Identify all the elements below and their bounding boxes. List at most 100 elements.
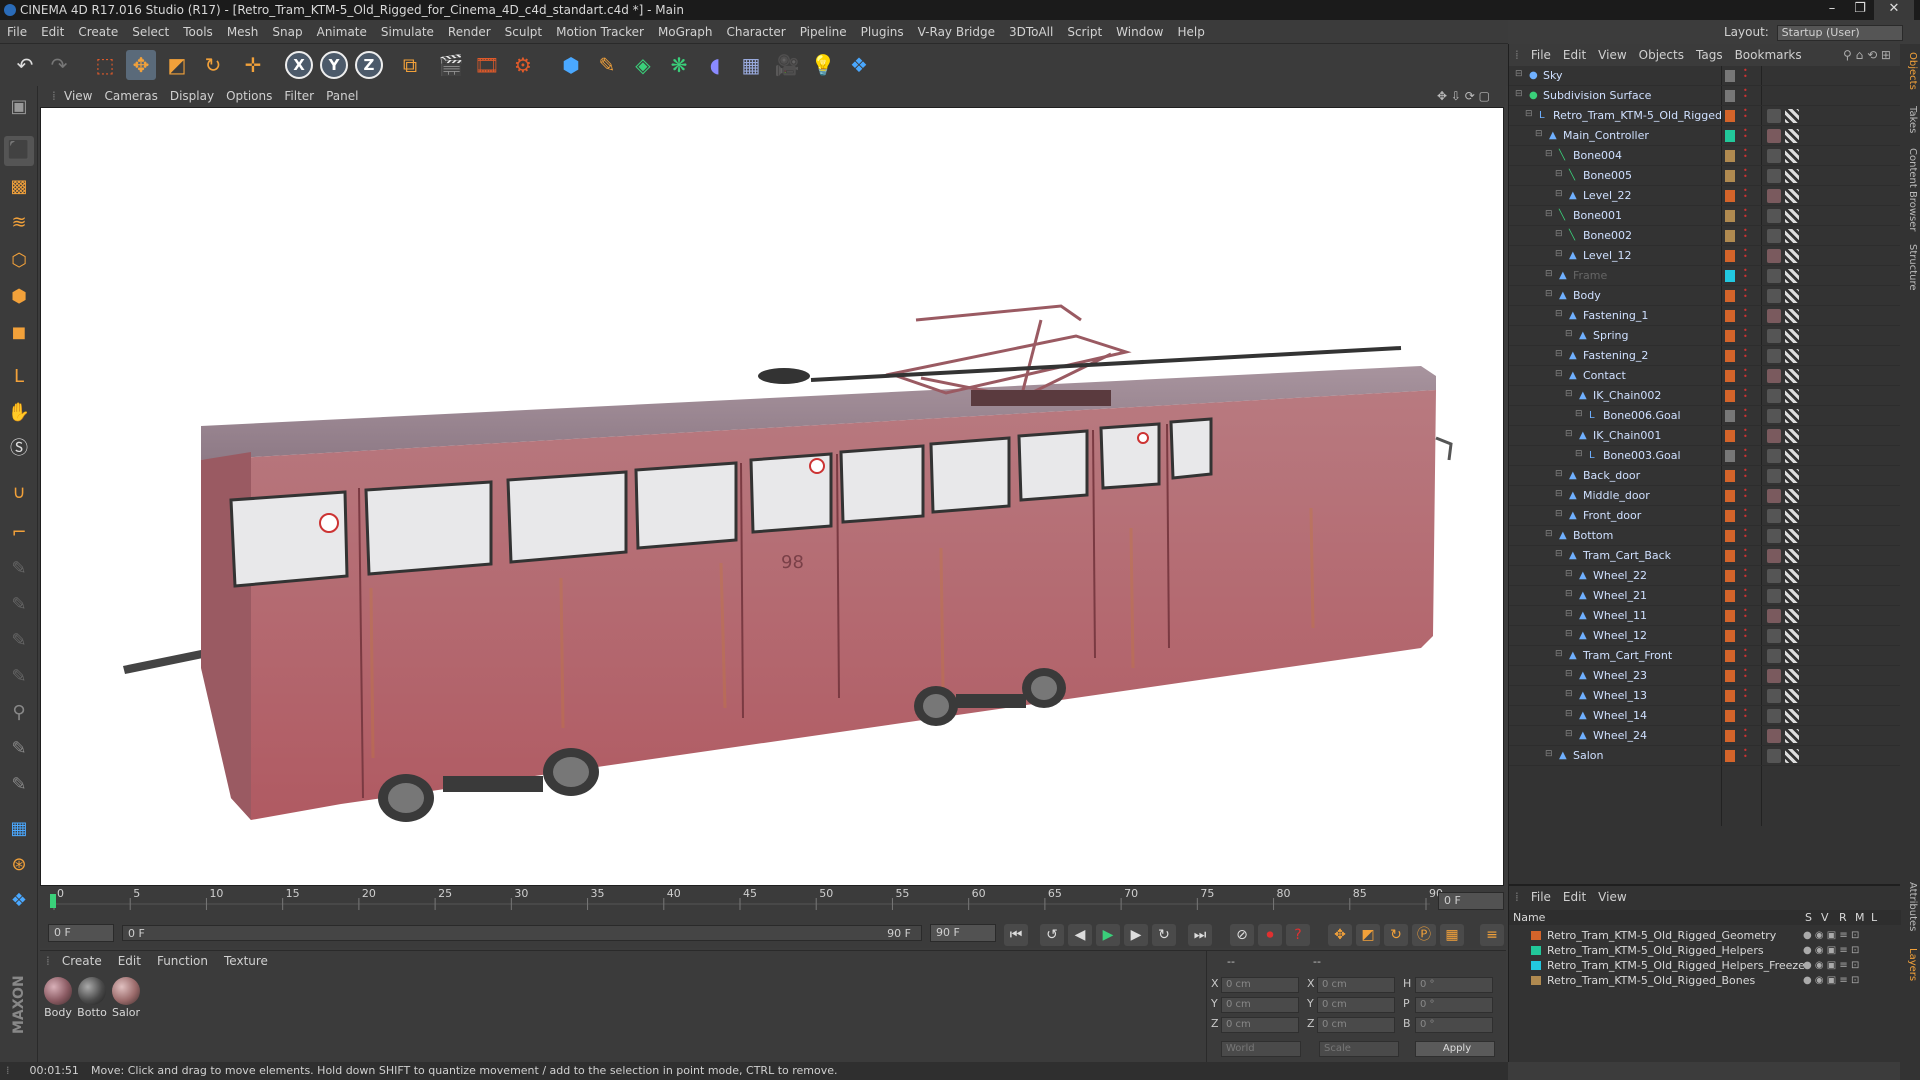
viewport-menu-cameras[interactable]: Cameras — [98, 86, 163, 106]
object-menu-objects[interactable]: Objects — [1633, 44, 1690, 66]
visibility-dots-icon[interactable]: • • — [1743, 627, 1751, 642]
object-row[interactable]: ⊟ ▲ Main_Controller • • — [1509, 126, 1901, 146]
layer-row[interactable]: Retro_Tram_KTM-5_Old_Rigged_Helpers_Free… — [1509, 958, 1901, 973]
visibility-dots-icon[interactable]: • • — [1743, 367, 1751, 382]
visibility-dots-icon[interactable]: • • — [1743, 387, 1751, 402]
uvw-tag-icon[interactable] — [1785, 329, 1799, 343]
object-row[interactable]: ⊟ ▲ Wheel_21 • • — [1509, 586, 1901, 606]
material-menu-edit[interactable]: Edit — [110, 951, 149, 971]
uvw-tag-icon[interactable] — [1785, 429, 1799, 443]
menu-animate[interactable]: Animate — [310, 20, 374, 44]
material-tag-icon[interactable] — [1767, 349, 1781, 363]
redo-icon[interactable]: ↷ — [44, 50, 74, 80]
material-tag-icon[interactable] — [1767, 729, 1781, 743]
layer-color-swatch[interactable] — [1725, 130, 1735, 142]
deformer-icon[interactable]: ◖ — [700, 50, 730, 80]
uvw-tag-icon[interactable] — [1785, 729, 1799, 743]
uvw-tag-icon[interactable] — [1785, 709, 1799, 723]
viewport-menu-filter[interactable]: Filter — [278, 86, 320, 106]
expand-toggle-icon[interactable]: ⊟ — [1565, 629, 1575, 641]
layer-color-swatch[interactable] — [1725, 610, 1735, 622]
maximize-button[interactable]: ❐ — [1846, 0, 1874, 20]
viewport-menu-display[interactable]: Display — [164, 86, 220, 106]
visibility-dots-icon[interactable]: • • — [1743, 287, 1751, 302]
layer-row[interactable]: Retro_Tram_KTM-5_Old_Rigged_Geometry ● ◉ … — [1509, 928, 1901, 943]
material-menu-create[interactable]: Create — [54, 951, 110, 971]
expand-toggle-icon[interactable]: ⊟ — [1565, 389, 1575, 401]
uvw-tag-icon[interactable] — [1785, 249, 1799, 263]
object-row[interactable]: ⊟ ╲ Bone002 • • — [1509, 226, 1901, 246]
model-mode-icon[interactable]: ⬛ — [4, 136, 34, 166]
layer-color-swatch[interactable] — [1725, 250, 1735, 262]
goto-end-icon[interactable]: ⏭ — [1188, 924, 1212, 946]
visibility-dots-icon[interactable]: • • — [1743, 407, 1751, 422]
visibility-dots-icon[interactable]: • • — [1743, 87, 1751, 102]
material-tag-icon[interactable] — [1767, 509, 1781, 523]
visibility-dots-icon[interactable]: • • — [1743, 727, 1751, 742]
x-axis-lock-icon[interactable]: X — [285, 51, 313, 79]
layer-color-swatch[interactable] — [1725, 290, 1735, 302]
visibility-dots-icon[interactable]: • • — [1743, 607, 1751, 622]
object-row[interactable]: ⊟ ▲ Level_22 • • — [1509, 186, 1901, 206]
visibility-dots-icon[interactable]: • • — [1743, 467, 1751, 482]
expand-toggle-icon[interactable]: ⊟ — [1555, 189, 1565, 201]
visibility-dots-icon[interactable]: • • — [1743, 667, 1751, 682]
uvw-tag-icon[interactable] — [1785, 549, 1799, 563]
timeline-ruler[interactable]: 0 5 10 15 20 25 30 35 40 45 50 55 60 65 70 75 80 85 90 0 F — [40, 886, 1506, 920]
menu-vray-bridge[interactable]: V-Ray Bridge — [911, 20, 1002, 44]
sculpt-pull-icon[interactable]: ✎ — [4, 590, 34, 620]
menu-create[interactable]: Create — [71, 20, 125, 44]
object-row[interactable]: ⊟ ▲ Tram_Cart_Front • • — [1509, 646, 1901, 666]
material-tag-icon[interactable] — [1767, 269, 1781, 283]
uvw-tag-icon[interactable] — [1785, 349, 1799, 363]
object-menu-tags[interactable]: Tags — [1690, 44, 1729, 66]
layer-color-swatch[interactable] — [1725, 710, 1735, 722]
expand-toggle-icon[interactable]: ⊟ — [1565, 329, 1575, 341]
layer-color-swatch[interactable] — [1725, 330, 1735, 342]
expand-toggle-icon[interactable]: ⊟ — [1545, 269, 1555, 281]
viewport-menu-options[interactable]: Options — [220, 86, 278, 106]
points-mode-icon[interactable]: ⬡ — [4, 246, 34, 276]
sculpt-grab-icon[interactable]: ✎ — [4, 554, 34, 584]
layer-color-swatch[interactable] — [1725, 230, 1735, 242]
object-row[interactable]: ⊟ ▲ Fastening_2 • • — [1509, 346, 1901, 366]
expand-toggle-icon[interactable]: ⊟ — [1565, 569, 1575, 581]
rot-h-field[interactable]: 0 ° — [1415, 977, 1493, 993]
object-row[interactable]: ⊟ ▲ Back_door • • — [1509, 466, 1901, 486]
object-row[interactable]: ⊟ ▲ Wheel_11 • • — [1509, 606, 1901, 626]
menu-tools[interactable]: Tools — [176, 20, 220, 44]
object-row[interactable]: ⊟ ▲ Wheel_23 • • — [1509, 666, 1901, 686]
sculpt-inflate-icon[interactable]: ⚲ — [4, 698, 34, 728]
expand-toggle-icon[interactable]: ⊟ — [1555, 349, 1565, 361]
z-axis-lock-icon[interactable]: Z — [355, 51, 383, 79]
coordinate-space-dropdown[interactable]: World — [1221, 1041, 1301, 1057]
object-row[interactable]: ⊟ ▲ IK_Chain002 • • — [1509, 386, 1901, 406]
expand-toggle-icon[interactable]: ⊟ — [1565, 669, 1575, 681]
object-row[interactable]: ⊟ ▲ Wheel_22 • • — [1509, 566, 1901, 586]
python-icon[interactable]: ❖ — [844, 50, 874, 80]
play-icon[interactable]: ▶ — [1096, 924, 1120, 946]
rot-p-field[interactable]: 0 ° — [1415, 997, 1493, 1013]
layer-color-swatch[interactable] — [1725, 530, 1735, 542]
visibility-dots-icon[interactable]: • • — [1743, 747, 1751, 762]
material-tag-icon[interactable] — [1767, 169, 1781, 183]
object-row[interactable]: ⊟ L Bone006.Goal • • — [1509, 406, 1901, 426]
key-rotation-icon[interactable]: ↻ — [1384, 924, 1408, 946]
current-frame-field[interactable]: 0 F — [48, 924, 114, 942]
render-view-icon[interactable]: 🎬 — [436, 50, 466, 80]
uvw-tag-icon[interactable] — [1785, 689, 1799, 703]
layer-row[interactable]: Retro_Tram_KTM-5_Old_Rigged_Bones ● ◉ ▣ ≡… — [1509, 973, 1901, 988]
expand-toggle-icon[interactable]: ⊟ — [1535, 129, 1545, 141]
visibility-dots-icon[interactable]: • • — [1743, 147, 1751, 162]
expand-toggle-icon[interactable]: ⊟ — [1555, 549, 1565, 561]
layer-toggles-icon[interactable]: ● ◉ ▣ ≡ ⊡ — [1803, 928, 1859, 943]
expand-toggle-icon[interactable]: ⊟ — [1545, 209, 1555, 221]
minimize-button[interactable]: – — [1818, 0, 1846, 20]
layer-color-swatch[interactable] — [1725, 670, 1735, 682]
workplane-mode-icon[interactable]: ≋ — [4, 208, 34, 238]
uvw-tag-icon[interactable] — [1785, 489, 1799, 503]
expand-toggle-icon[interactable]: ⊟ — [1555, 169, 1565, 181]
recent-tool-icon[interactable]: ✛ — [238, 50, 268, 80]
uvw-tag-icon[interactable] — [1785, 109, 1799, 123]
apply-button[interactable]: Apply — [1415, 1041, 1495, 1057]
